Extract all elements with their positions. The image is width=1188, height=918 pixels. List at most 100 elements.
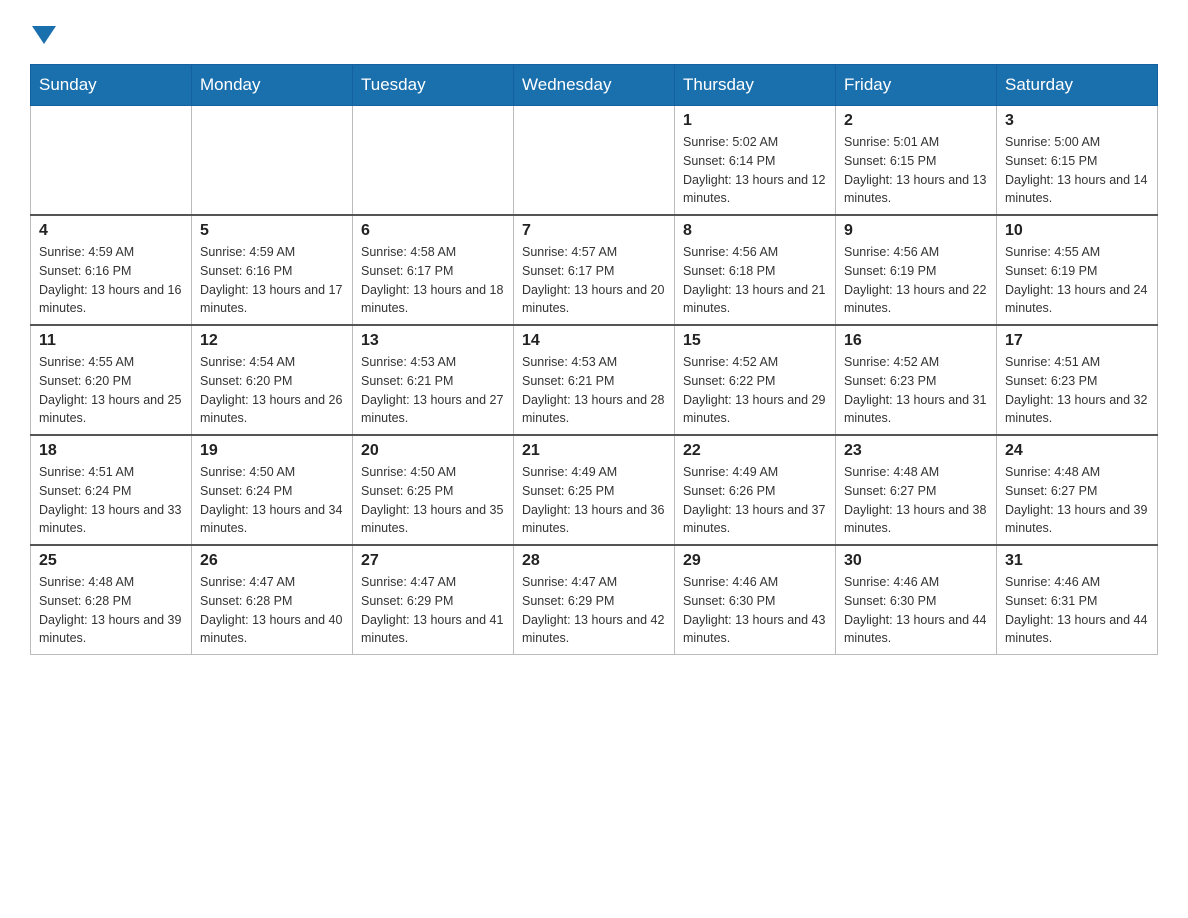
day-number: 19 [200,442,344,460]
calendar-cell: 2 Sunrise: 5:01 AM Sunset: 6:15 PM Daylig… [836,106,997,216]
calendar-cell: 28 Sunrise: 4:47 AM Sunset: 6:29 PM Dayli… [514,545,675,655]
day-info: Sunrise: 4:48 AM Sunset: 6:28 PM Dayligh… [39,573,183,648]
calendar-cell: 30Sunrise: 4:46 AM Sunset: 6:30 PM Dayli… [836,545,997,655]
day-info: Sunrise: 4:53 AM Sunset: 6:21 PM Dayligh… [361,353,505,428]
day-number: 28 [522,552,666,570]
column-header-sunday: Sunday [31,65,192,106]
calendar-cell: 20 Sunrise: 4:50 AM Sunset: 6:25 PM Dayli… [353,435,514,545]
day-number: 1 [683,112,827,130]
day-info: Sunrise: 4:47 AM Sunset: 6:29 PM Dayligh… [522,573,666,648]
calendar-header-row: SundayMondayTuesdayWednesdayThursdayFrid… [31,65,1158,106]
calendar-cell: 24 Sunrise: 4:48 AM Sunset: 6:27 PM Dayli… [997,435,1158,545]
calendar-cell: 18Sunrise: 4:51 AM Sunset: 6:24 PM Dayli… [31,435,192,545]
day-number: 27 [361,552,505,570]
column-header-friday: Friday [836,65,997,106]
calendar-cell: 21 Sunrise: 4:49 AM Sunset: 6:25 PM Dayli… [514,435,675,545]
calendar-cell [353,106,514,216]
day-number: 10 [1005,222,1149,240]
calendar-cell: 22Sunrise: 4:49 AM Sunset: 6:26 PM Dayli… [675,435,836,545]
day-number: 16 [844,332,988,350]
day-info: Sunrise: 4:46 AM Sunset: 6:30 PM Dayligh… [844,573,988,648]
day-info: Sunrise: 4:47 AM Sunset: 6:29 PM Dayligh… [361,573,505,648]
calendar-cell: 7 Sunrise: 4:57 AM Sunset: 6:17 PM Daylig… [514,215,675,325]
day-number: 5 [200,222,344,240]
calendar-cell: 14 Sunrise: 4:53 AM Sunset: 6:21 PM Dayli… [514,325,675,435]
day-info: Sunrise: 4:51 AM Sunset: 6:23 PM Dayligh… [1005,353,1149,428]
column-header-wednesday: Wednesday [514,65,675,106]
day-number: 7 [522,222,666,240]
logo [30,20,56,44]
day-info: Sunrise: 5:02 AM Sunset: 6:14 PM Dayligh… [683,133,827,208]
day-number: 12 [200,332,344,350]
day-number: 20 [361,442,505,460]
column-header-thursday: Thursday [675,65,836,106]
column-header-tuesday: Tuesday [353,65,514,106]
day-info: Sunrise: 4:52 AM Sunset: 6:22 PM Dayligh… [683,353,827,428]
day-info: Sunrise: 4:50 AM Sunset: 6:25 PM Dayligh… [361,463,505,538]
day-info: Sunrise: 4:48 AM Sunset: 6:27 PM Dayligh… [1005,463,1149,538]
day-info: Sunrise: 4:47 AM Sunset: 6:28 PM Dayligh… [200,573,344,648]
day-number: 23 [844,442,988,460]
calendar-cell: 16 Sunrise: 4:52 AM Sunset: 6:23 PM Dayli… [836,325,997,435]
day-info: Sunrise: 4:59 AM Sunset: 6:16 PM Dayligh… [200,243,344,318]
calendar-cell: 5 Sunrise: 4:59 AM Sunset: 6:16 PM Daylig… [192,215,353,325]
day-number: 22 [683,442,827,460]
calendar-cell: 25 Sunrise: 4:48 AM Sunset: 6:28 PM Dayli… [31,545,192,655]
day-info: Sunrise: 4:58 AM Sunset: 6:17 PM Dayligh… [361,243,505,318]
day-info: Sunrise: 4:56 AM Sunset: 6:19 PM Dayligh… [844,243,988,318]
calendar-cell: 13 Sunrise: 4:53 AM Sunset: 6:21 PM Dayli… [353,325,514,435]
calendar-cell: 15 Sunrise: 4:52 AM Sunset: 6:22 PM Dayli… [675,325,836,435]
day-info: Sunrise: 5:01 AM Sunset: 6:15 PM Dayligh… [844,133,988,208]
day-info: Sunrise: 4:56 AM Sunset: 6:18 PM Dayligh… [683,243,827,318]
calendar-week-row: 11 Sunrise: 4:55 AM Sunset: 6:20 PM Dayli… [31,325,1158,435]
day-number: 11 [39,332,183,350]
day-info: Sunrise: 5:00 AM Sunset: 6:15 PM Dayligh… [1005,133,1149,208]
day-number: 29 [683,552,827,570]
day-number: 9 [844,222,988,240]
calendar-week-row: 18Sunrise: 4:51 AM Sunset: 6:24 PM Dayli… [31,435,1158,545]
day-info: Sunrise: 4:53 AM Sunset: 6:21 PM Dayligh… [522,353,666,428]
day-info: Sunrise: 4:50 AM Sunset: 6:24 PM Dayligh… [200,463,344,538]
day-number: 18 [39,442,183,460]
day-info: Sunrise: 4:55 AM Sunset: 6:19 PM Dayligh… [1005,243,1149,318]
day-info: Sunrise: 4:48 AM Sunset: 6:27 PM Dayligh… [844,463,988,538]
day-number: 17 [1005,332,1149,350]
day-info: Sunrise: 4:55 AM Sunset: 6:20 PM Dayligh… [39,353,183,428]
day-number: 14 [522,332,666,350]
calendar-cell: 1 Sunrise: 5:02 AM Sunset: 6:14 PM Daylig… [675,106,836,216]
day-number: 21 [522,442,666,460]
day-number: 15 [683,332,827,350]
calendar-cell: 29Sunrise: 4:46 AM Sunset: 6:30 PM Dayli… [675,545,836,655]
calendar-cell: 10 Sunrise: 4:55 AM Sunset: 6:19 PM Dayli… [997,215,1158,325]
day-number: 31 [1005,552,1149,570]
calendar-cell: 31 Sunrise: 4:46 AM Sunset: 6:31 PM Dayli… [997,545,1158,655]
calendar-cell [192,106,353,216]
column-header-monday: Monday [192,65,353,106]
day-info: Sunrise: 4:57 AM Sunset: 6:17 PM Dayligh… [522,243,666,318]
calendar-week-row: 1 Sunrise: 5:02 AM Sunset: 6:14 PM Daylig… [31,106,1158,216]
day-number: 13 [361,332,505,350]
day-info: Sunrise: 4:46 AM Sunset: 6:31 PM Dayligh… [1005,573,1149,648]
calendar-cell: 19 Sunrise: 4:50 AM Sunset: 6:24 PM Dayli… [192,435,353,545]
calendar-table: SundayMondayTuesdayWednesdayThursdayFrid… [30,64,1158,655]
calendar-cell [31,106,192,216]
day-number: 2 [844,112,988,130]
calendar-body: 1 Sunrise: 5:02 AM Sunset: 6:14 PM Daylig… [31,106,1158,655]
calendar-cell: 26 Sunrise: 4:47 AM Sunset: 6:28 PM Dayli… [192,545,353,655]
day-number: 25 [39,552,183,570]
calendar-cell: 23 Sunrise: 4:48 AM Sunset: 6:27 PM Dayli… [836,435,997,545]
day-number: 26 [200,552,344,570]
calendar-cell: 3Sunrise: 5:00 AM Sunset: 6:15 PM Daylig… [997,106,1158,216]
day-info: Sunrise: 4:49 AM Sunset: 6:25 PM Dayligh… [522,463,666,538]
logo-triangle-icon [32,26,56,44]
calendar-cell: 9 Sunrise: 4:56 AM Sunset: 6:19 PM Daylig… [836,215,997,325]
calendar-cell: 6 Sunrise: 4:58 AM Sunset: 6:17 PM Daylig… [353,215,514,325]
day-number: 6 [361,222,505,240]
column-header-saturday: Saturday [997,65,1158,106]
day-number: 24 [1005,442,1149,460]
day-info: Sunrise: 4:52 AM Sunset: 6:23 PM Dayligh… [844,353,988,428]
day-info: Sunrise: 4:54 AM Sunset: 6:20 PM Dayligh… [200,353,344,428]
day-number: 8 [683,222,827,240]
calendar-cell: 4Sunrise: 4:59 AM Sunset: 6:16 PM Daylig… [31,215,192,325]
calendar-cell: 27 Sunrise: 4:47 AM Sunset: 6:29 PM Dayli… [353,545,514,655]
